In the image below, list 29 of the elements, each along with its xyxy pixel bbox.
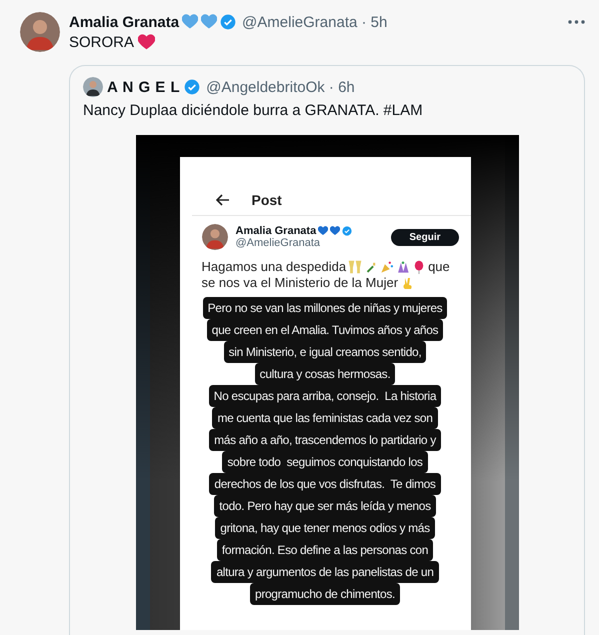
follow-button[interactable]: Seguir (391, 228, 458, 246)
avatar[interactable] (83, 77, 103, 97)
verified-badge-icon (220, 14, 236, 30)
post-text: Hagamos una despedida (202, 259, 346, 275)
party-popper-icon (380, 260, 394, 274)
avatar[interactable] (202, 224, 228, 250)
heart-icon (330, 226, 340, 236)
more-icon[interactable] (568, 20, 585, 24)
author-name[interactable]: Amalia Granata (69, 14, 180, 30)
verified-badge-icon (342, 226, 352, 236)
heart-icon (318, 226, 328, 236)
author-name[interactable]: A N G E L (107, 78, 180, 96)
heart-icon (138, 34, 156, 51)
peace-hand-icon (402, 276, 414, 290)
confetti-icon (396, 260, 410, 274)
handle-and-time: @AmelieGranata · 5h (242, 14, 388, 30)
heart-icon (182, 14, 198, 30)
post-text: que (428, 259, 450, 275)
handle: @AmelieGranata (236, 237, 322, 249)
handle-and-time: @AngeldebritoOk · 6h (206, 78, 355, 96)
heart-icon (201, 14, 218, 30)
quoted-tweet-text: Nancy Duplaa diciéndole burra a GRANATA. #LAM (82, 101, 424, 121)
tweet-text: SORORA (69, 34, 134, 51)
post-text: se nos va el Ministerio de la Mujer (202, 275, 398, 291)
author-name[interactable]: Amalia Granata (236, 225, 316, 237)
back-arrow-icon[interactable] (216, 194, 230, 206)
glasses-icon (348, 260, 362, 274)
page-title: Post (252, 192, 282, 208)
verified-badge-icon (184, 79, 200, 95)
